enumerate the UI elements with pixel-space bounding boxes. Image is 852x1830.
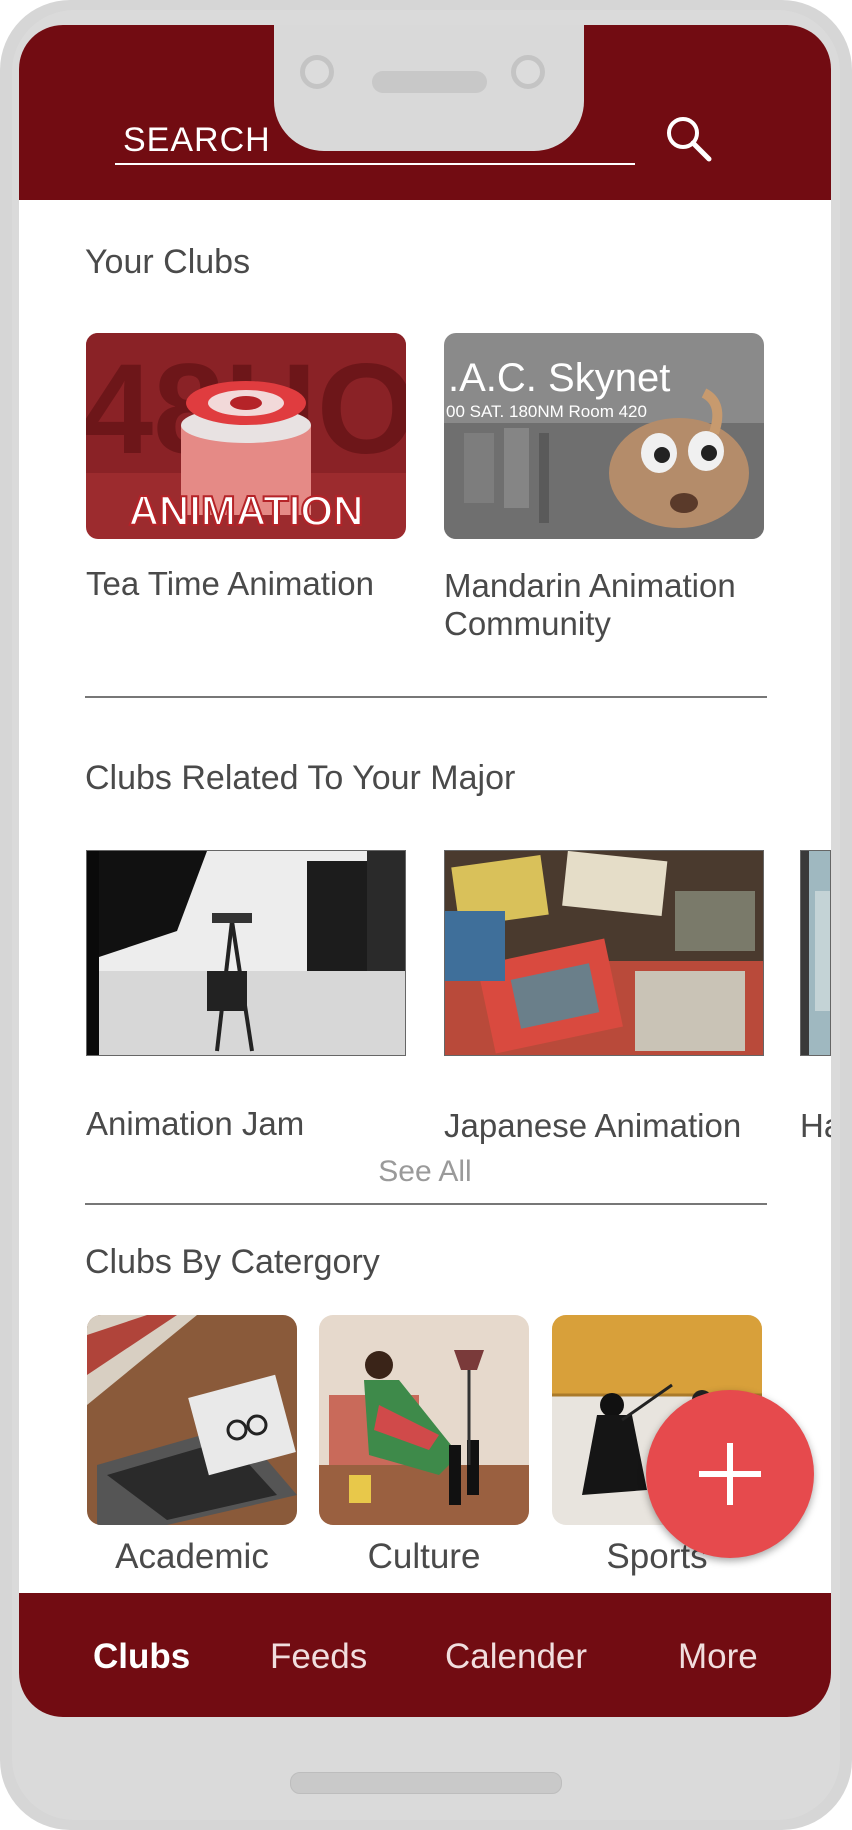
club-name[interactable]: Mandarin Animation Community [444, 567, 774, 643]
partial-club-image [801, 851, 830, 1055]
sensor-icon [511, 55, 545, 89]
phone-frame: Your Clubs 48HOUR ANIMATION Tea Time Ani… [0, 0, 852, 1830]
club-card-image[interactable]: .A.C. Skynet 00 SAT. 180NM Room 420 [444, 333, 764, 539]
category-label[interactable]: Culture [309, 1537, 539, 1577]
club-card-image[interactable]: 48HOUR ANIMATION [86, 333, 406, 539]
studio-photo-image [87, 851, 405, 1055]
svg-text:.A.C. Skynet: .A.C. Skynet [448, 356, 670, 400]
section-divider [85, 696, 767, 698]
camera-icon [300, 55, 334, 89]
category-label[interactable]: Academic [77, 1537, 307, 1577]
category-card-academic[interactable] [87, 1315, 297, 1525]
see-all-link[interactable]: See All [19, 1155, 831, 1189]
home-indicator[interactable] [290, 1772, 562, 1794]
search-icon [667, 117, 712, 162]
related-clubs-title: Clubs Related To Your Major [85, 759, 516, 797]
club-card-image[interactable] [800, 850, 831, 1056]
club-name[interactable]: Japanese Animation [444, 1107, 784, 1145]
add-club-button[interactable] [646, 1390, 814, 1558]
club-card-image[interactable] [444, 850, 764, 1056]
search-input[interactable] [115, 117, 635, 165]
skynet-poster-image: .A.C. Skynet 00 SAT. 180NM Room 420 [444, 333, 764, 539]
nav-calender[interactable]: Calender [445, 1637, 587, 1677]
club-name[interactable]: Tea Time Animation [86, 565, 416, 603]
club-name[interactable]: Ha [800, 1107, 831, 1145]
animation-poster-image: 48HOUR ANIMATION [86, 333, 406, 539]
svg-text:ANIMATION: ANIMATION [129, 487, 364, 534]
app-header [19, 25, 831, 200]
academic-photo-image [87, 1315, 297, 1525]
nav-clubs[interactable]: Clubs [93, 1637, 190, 1677]
comics-photo-image [445, 851, 763, 1055]
your-clubs-title: Your Clubs [85, 243, 251, 281]
category-card-culture[interactable] [319, 1315, 529, 1525]
club-card-image[interactable] [86, 850, 406, 1056]
culture-photo-image [319, 1315, 529, 1525]
plus-icon [699, 1443, 761, 1505]
section-divider [85, 1203, 767, 1205]
category-title: Clubs By Catergory [85, 1243, 380, 1281]
speaker-grille [372, 71, 487, 93]
nav-more[interactable]: More [678, 1637, 758, 1677]
svg-text:00 SAT. 180NM Room 420: 00 SAT. 180NM Room 420 [446, 402, 647, 421]
search-button[interactable] [661, 111, 721, 171]
app-screen: Your Clubs 48HOUR ANIMATION Tea Time Ani… [19, 25, 831, 1717]
nav-feeds[interactable]: Feeds [270, 1637, 367, 1677]
club-name[interactable]: Animation Jam [86, 1105, 416, 1143]
bottom-nav: Clubs Feeds Calender More [19, 1593, 831, 1717]
